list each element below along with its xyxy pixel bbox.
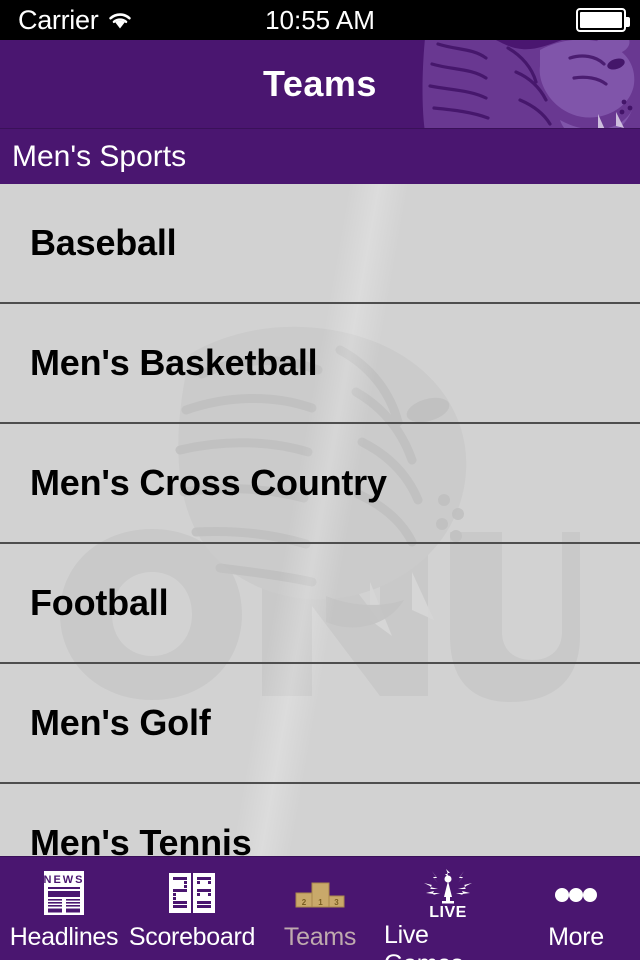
list-item[interactable]: Men's Basketball bbox=[0, 304, 640, 424]
broadcast-live-icon: LIVE bbox=[417, 867, 479, 917]
svg-text:LIVE: LIVE bbox=[429, 904, 467, 917]
newspaper-icon: NEWS bbox=[33, 867, 95, 919]
list-item[interactable]: Men's Cross Country bbox=[0, 424, 640, 544]
app-root: Carrier 10:55 AM Teams Men's Sports Base… bbox=[0, 0, 640, 960]
status-bar-right bbox=[576, 8, 630, 32]
svg-text:3: 3 bbox=[334, 898, 339, 907]
status-bar: Carrier 10:55 AM bbox=[0, 0, 640, 40]
list-item-label: Men's Cross Country bbox=[30, 462, 387, 503]
list-item[interactable]: Baseball bbox=[0, 184, 640, 304]
list-item-label: Men's Basketball bbox=[30, 342, 318, 383]
tab-label: Teams bbox=[283, 923, 357, 951]
tab-live-games[interactable]: LIVE Live Games bbox=[384, 857, 512, 960]
list-item-label: Men's Tennis bbox=[30, 822, 252, 856]
tab-headlines[interactable]: NEWS Headlines bbox=[0, 857, 128, 960]
list-item[interactable]: Football bbox=[0, 544, 640, 664]
tab-label: Headlines bbox=[9, 923, 119, 951]
section-header: Men's Sports bbox=[0, 128, 640, 184]
tab-scoreboard[interactable]: Scoreboard bbox=[128, 857, 256, 960]
battery-full-icon bbox=[576, 8, 630, 32]
svg-text:NEWS: NEWS bbox=[44, 874, 85, 886]
list-item[interactable]: Men's Tennis bbox=[0, 784, 640, 856]
tab-label: Live Games bbox=[384, 921, 463, 960]
list-item[interactable]: Men's Golf bbox=[0, 664, 640, 784]
tab-more[interactable]: More bbox=[512, 857, 640, 960]
list-item-label: Men's Golf bbox=[30, 702, 211, 743]
tab-bar: NEWS Headlines Scoreboard 2 1 3 Teams LI… bbox=[0, 856, 640, 960]
teams-list[interactable]: Baseball Men's Basketball Men's Cross Co… bbox=[0, 184, 640, 856]
status-bar-clock: 10:55 AM bbox=[265, 4, 375, 35]
page-title: Teams bbox=[263, 63, 377, 104]
scoreboard-icon bbox=[161, 867, 223, 919]
tab-teams[interactable]: 2 1 3 Teams bbox=[256, 857, 384, 960]
svg-text:1: 1 bbox=[318, 898, 323, 907]
ellipsis-icon bbox=[545, 867, 607, 919]
svg-text:2: 2 bbox=[302, 898, 307, 907]
list-item-label: Baseball bbox=[30, 222, 177, 263]
list-rows: Baseball Men's Basketball Men's Cross Co… bbox=[0, 184, 640, 856]
podium-icon: 2 1 3 bbox=[289, 867, 351, 919]
nav-bar: Teams bbox=[0, 40, 640, 128]
tab-label: More bbox=[548, 923, 604, 951]
tab-label: Scoreboard bbox=[128, 923, 256, 951]
list-item-label: Football bbox=[30, 582, 169, 623]
